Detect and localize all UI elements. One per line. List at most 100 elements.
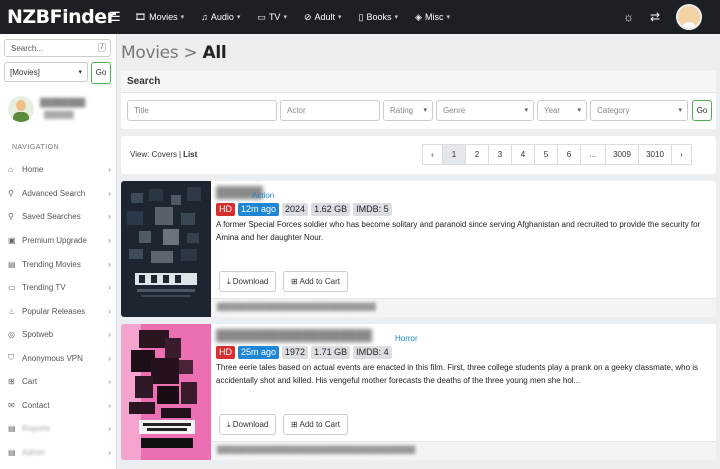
imdb-badge: IMDB: 4	[353, 346, 392, 359]
pagination-page[interactable]: 5	[534, 144, 558, 165]
pagination-prev[interactable]: ‹	[422, 144, 443, 165]
chevron-down-icon: ▾	[423, 107, 427, 114]
sidebar-item-saved-searches[interactable]: ⚲ Saved Searches ›	[8, 208, 113, 224]
sidebar-item-spotweb[interactable]: ◎ Spotweb ›	[8, 326, 113, 342]
cart-icon: ⊞	[291, 277, 298, 286]
search-go-button[interactable]: Go	[692, 100, 712, 121]
download-icon: ⤓	[227, 420, 231, 429]
mail-icon: ✉	[8, 400, 15, 410]
sidebar-item-advanced-search[interactable]: ⚲ Advanced Search ›	[8, 185, 113, 201]
nav-books[interactable]: ▯ Books ▾	[359, 12, 398, 23]
sidebar-item-anonymous-vpn[interactable]: ⛉ Anonymous VPN ›	[8, 350, 113, 366]
pagination-page[interactable]: 3010	[638, 144, 672, 165]
sidebar-search-input[interactable]: Search... /	[4, 39, 111, 57]
reports-icon: ▤	[8, 423, 16, 433]
sidebar-item-trending-tv[interactable]: ▭ Trending TV ›	[8, 279, 113, 295]
download-button[interactable]: ⤓ Download	[219, 414, 277, 435]
film-icon: ▤	[8, 259, 16, 269]
sidebar-item-label: Trending Movies	[22, 259, 81, 269]
actor-placeholder: Actor	[287, 106, 306, 115]
genre-link[interactable]: Action	[252, 191, 274, 200]
pagination-next[interactable]: ›	[671, 144, 692, 165]
sidebar-go-button[interactable]: Go	[91, 62, 111, 84]
ban-icon: ⊘	[303, 11, 312, 22]
rating-select[interactable]: Rating ▾	[383, 100, 433, 121]
pagination-page[interactable]: 6	[557, 144, 581, 165]
chevron-down-icon: ▾	[338, 14, 342, 21]
sidebar-item-label: Popular Releases	[22, 306, 86, 316]
nav-movies[interactable]: 🎞 Movies ▾	[135, 12, 184, 23]
user-avatar[interactable]	[676, 4, 702, 30]
tv-icon: ▭	[8, 282, 16, 292]
view-toggle: View: Covers | List	[130, 150, 197, 159]
gift-icon: ▣	[8, 235, 16, 245]
add-to-cart-button[interactable]: ⊞ Add to Cart	[283, 414, 348, 435]
lightbulb-icon[interactable]: ☼	[623, 10, 634, 24]
film-icon: 🎞	[134, 11, 147, 22]
imdb-badge: IMDB: 5	[353, 203, 392, 216]
chevron-down-icon: ▾	[236, 14, 241, 21]
pagination-page[interactable]: 2	[465, 144, 489, 165]
genre-label: Genre	[443, 106, 466, 115]
sidebar-item-home[interactable]: ⌂ Home ›	[8, 161, 113, 177]
nav-misc[interactable]: ◈ Misc ▾	[415, 12, 450, 23]
genre-link[interactable]: Horror	[395, 334, 418, 343]
spotweb-icon: ◎	[8, 329, 15, 339]
sidebar-item-reports[interactable]: ▤ Reports ›	[8, 420, 113, 436]
sidebar-item-cart[interactable]: ⊞ Cart ›	[8, 373, 113, 389]
year-badge: 2024	[282, 203, 309, 216]
user-panel[interactable]: ████████ ██████	[6, 94, 113, 130]
nav-audio[interactable]: ♫ Audio ▾	[201, 12, 240, 22]
chevron-down-icon: ▾	[524, 107, 528, 114]
view-list-link[interactable]: List	[183, 150, 197, 159]
year-select[interactable]: Year ▾	[537, 100, 587, 121]
nav-audio-label: Audio	[210, 12, 234, 22]
view-covers-link[interactable]: Covers	[152, 150, 177, 159]
movie-title-redacted[interactable]: ████████████████████	[216, 330, 372, 342]
shield-icon: ⛉	[8, 353, 14, 362]
pagination-page[interactable]: 4	[511, 144, 535, 165]
movie-poster[interactable]	[121, 324, 211, 460]
pagination-page[interactable]: 1	[442, 144, 466, 165]
chevron-right-icon: ›	[108, 164, 111, 174]
download-button[interactable]: ⤓ Download	[219, 271, 277, 292]
site-logo[interactable]: NZBFinder	[7, 6, 116, 28]
breadcrumb-parent[interactable]: Movies >	[121, 43, 203, 63]
nav-adult[interactable]: ⊘ Adult ▾	[304, 12, 342, 23]
search-icon: ⚲	[8, 188, 14, 198]
sidebar-item-label: Advanced Search	[22, 188, 86, 198]
sidebar-item-trending-movies[interactable]: ▤ Trending Movies ›	[8, 256, 113, 272]
chevron-down-icon: ▾	[283, 14, 287, 21]
genre-select[interactable]: Genre ▾	[436, 100, 534, 121]
hamburger-icon[interactable]: ☰	[109, 9, 121, 25]
result-footer: ████████████████████████████████████████	[211, 441, 716, 460]
movie-poster[interactable]	[121, 181, 211, 317]
music-icon: ♫	[201, 12, 208, 22]
pagination: ‹ 1 2 3 4 5 6 ... 3009 3010 ›	[422, 144, 692, 165]
cart-icon: ⊞	[8, 376, 15, 386]
tv-icon: ▭	[257, 11, 266, 22]
top-navbar: NZBFinder ☰ 🎞 Movies ▾ ♫ Audio ▾ ▭ TV ▾ …	[0, 0, 720, 34]
sidebar-item-admin[interactable]: ▤ Admin ›	[8, 444, 113, 460]
nav-tv[interactable]: ▭ TV ▾	[257, 12, 287, 23]
pagination-page[interactable]: 3	[488, 144, 512, 165]
fire-icon: ♨	[8, 306, 16, 316]
download-icon: ⤓	[227, 277, 231, 286]
sidebar-category-select[interactable]: [Movies] ▾	[4, 62, 88, 82]
sidebar-item-label: Saved Searches	[22, 211, 81, 221]
sidebar-item-premium-upgrade[interactable]: ▣ Premium Upgrade ›	[8, 232, 113, 248]
add-to-cart-button[interactable]: ⊞ Add to Cart	[283, 271, 348, 292]
actor-input[interactable]: Actor	[280, 100, 380, 121]
sidebar-item-contact[interactable]: ✉ Contact ›	[8, 397, 113, 413]
pagination-page[interactable]: 3009	[605, 144, 639, 165]
release-name-redacted: ████████████████████████████████████████	[217, 447, 416, 454]
swap-icon[interactable]: ⇄	[650, 10, 660, 24]
category-select[interactable]: Category ▾	[590, 100, 688, 121]
page-title: Movies > All	[121, 43, 227, 63]
chevron-right-icon: ›	[108, 329, 111, 339]
sidebar-item-popular-releases[interactable]: ♨ Popular Releases ›	[8, 303, 113, 319]
age-badge: 12m ago	[238, 203, 280, 216]
sidebar-item-label: Premium Upgrade	[22, 235, 87, 245]
title-input[interactable]: Title	[127, 100, 277, 121]
chevron-down-icon: ▾	[180, 14, 185, 21]
